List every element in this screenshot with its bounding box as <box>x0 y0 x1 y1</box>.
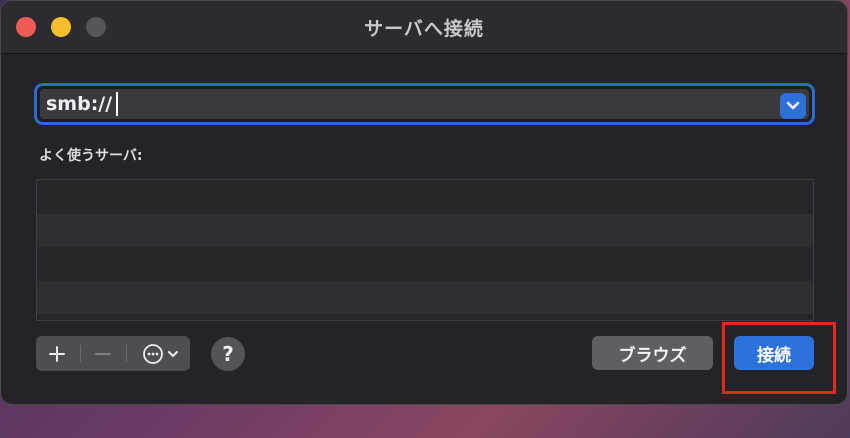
title-bar: サーバへ接続 <box>1 1 847 54</box>
plus-icon <box>49 345 65 362</box>
chevron-down-icon <box>167 350 178 357</box>
favorite-servers-list[interactable] <box>36 179 814 321</box>
list-item[interactable] <box>37 180 813 214</box>
ellipsis-circle-icon <box>142 343 163 364</box>
help-button[interactable]: ? <box>211 337 245 371</box>
list-item[interactable] <box>37 213 813 247</box>
help-label: ? <box>222 342 234 366</box>
more-actions-menu-button[interactable] <box>134 336 186 371</box>
connect-to-server-window: サーバへ接続 smb:// よく使うサーバ: ? ブラウズ 接続 <box>0 0 848 405</box>
toolbar-divider <box>80 345 81 362</box>
add-favorite-button[interactable] <box>42 336 72 371</box>
list-item[interactable] <box>37 280 813 314</box>
server-address-value: smb:// <box>46 93 113 115</box>
minus-icon <box>95 352 111 355</box>
recent-servers-dropdown-button[interactable] <box>780 93 806 119</box>
window-title: サーバへ接続 <box>364 18 484 40</box>
toolbar-divider <box>126 345 127 362</box>
list-item[interactable] <box>37 247 813 281</box>
server-address-input[interactable]: smb:// <box>40 89 809 119</box>
remove-favorite-button[interactable] <box>88 336 118 371</box>
chevron-down-icon <box>786 101 800 110</box>
server-address-field[interactable]: smb:// <box>34 83 815 125</box>
annotation-highlight-box <box>722 322 836 394</box>
browse-label: ブラウズ <box>618 345 687 366</box>
text-caret <box>116 92 118 116</box>
favorites-toolbar <box>36 336 190 371</box>
browse-button[interactable]: ブラウズ <box>592 336 713 370</box>
favorite-servers-label: よく使うサーバ: <box>39 148 143 164</box>
